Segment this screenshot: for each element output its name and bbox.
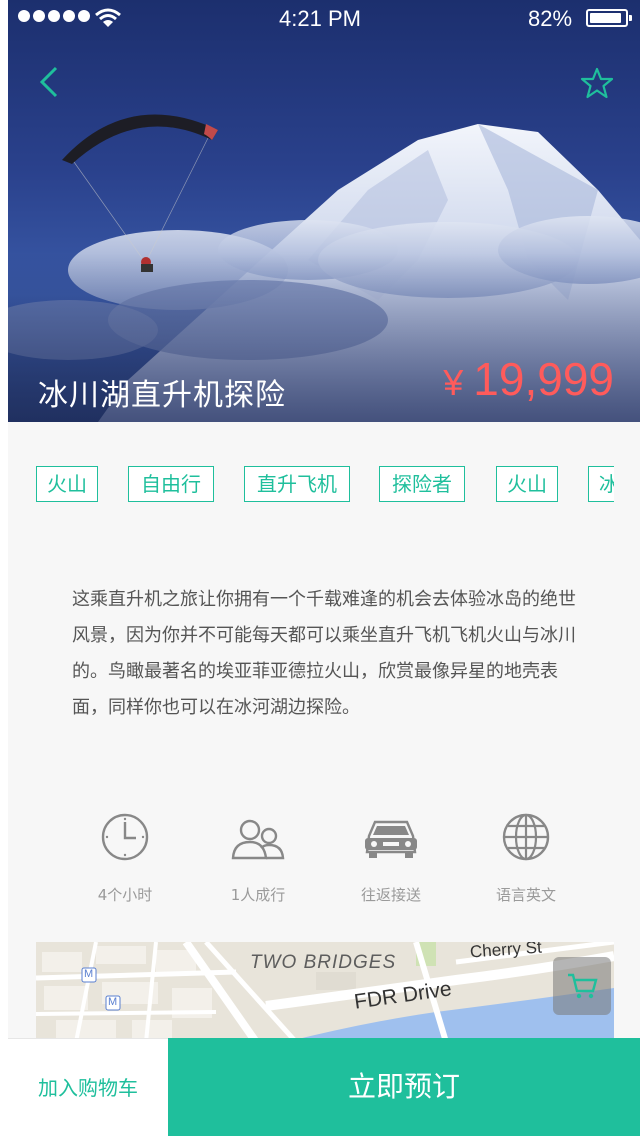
- map-label-bridges: TWO BRIDGES: [250, 952, 397, 973]
- add-to-cart-button[interactable]: 加入购物车: [8, 1038, 168, 1136]
- people-icon: [231, 819, 285, 860]
- car-icon: [365, 820, 417, 858]
- price-value: 19,999: [473, 353, 614, 405]
- screen-edge: [0, 0, 8, 1136]
- feature-label: 往返接送: [360, 886, 421, 904]
- feature-label: 语言英文: [495, 886, 556, 904]
- clock-icon: [101, 813, 149, 861]
- status-bar: 4:21 PM 82%: [0, 0, 640, 40]
- feature-label: 1人成行: [230, 886, 286, 904]
- book-now-button[interactable]: 立即预订: [168, 1038, 640, 1136]
- tag-item[interactable]: 火山: [496, 466, 558, 502]
- back-button[interactable]: [34, 62, 68, 102]
- tag-item[interactable]: 冰: [588, 466, 614, 502]
- feature-label: 4个小时: [97, 886, 153, 904]
- star-outline-icon: [580, 67, 614, 99]
- detail-screen: 4:21 PM 82% 冰川湖直升机探险 ¥19,999 火山 自由行 直升飞机…: [0, 0, 640, 1136]
- feature-language: 语言英文: [466, 812, 586, 905]
- battery-percent: 82%: [528, 6, 573, 31]
- feature-duration: 4个小时: [65, 812, 185, 905]
- tag-list: 火山 自由行 直升飞机 探险者 火山 冰: [0, 466, 614, 506]
- cart-button[interactable]: [553, 957, 611, 1015]
- tag-item[interactable]: 直升飞机: [244, 466, 350, 502]
- cart-icon: [568, 973, 598, 999]
- location-map[interactable]: M M TWO BRIDGES FDR Drive Cherry St: [36, 942, 614, 1042]
- tour-price: ¥19,999: [443, 352, 614, 406]
- feature-transfer: 往返接送: [331, 812, 451, 905]
- chevron-left-icon: [39, 66, 58, 98]
- feature-group-size: 1人成行: [198, 812, 318, 905]
- favorite-button[interactable]: [578, 64, 616, 102]
- metro-marker: M: [84, 968, 94, 980]
- tag-item[interactable]: 火山: [36, 466, 98, 502]
- tour-description: 这乘直升机之旅让你拥有一个千载难逢的机会去体验冰岛的绝世风景，因为你并不可能每天…: [72, 589, 576, 718]
- bottom-action-bar: 加入购物车 立即预订: [0, 1038, 640, 1136]
- tag-item[interactable]: 探险者: [379, 466, 465, 502]
- battery-icon: [586, 9, 632, 27]
- tour-title: 冰川湖直升机探险: [38, 378, 286, 413]
- price-currency: ¥: [443, 362, 464, 403]
- metro-marker: M: [108, 996, 118, 1008]
- tag-item[interactable]: 自由行: [128, 466, 214, 502]
- globe-icon: [502, 813, 550, 861]
